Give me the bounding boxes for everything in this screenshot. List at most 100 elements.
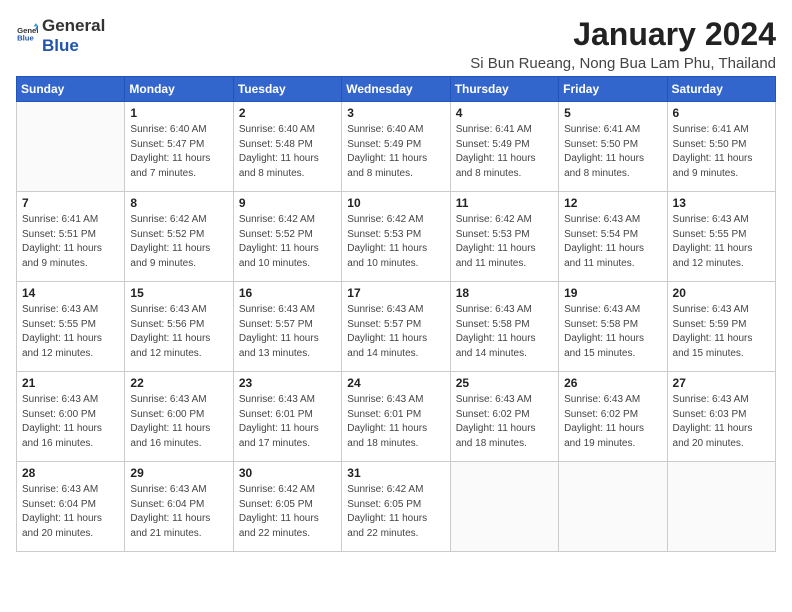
day-cell: 9 Sunrise: 6:42 AM Sunset: 5:52 PM Daylig… [233,192,341,282]
header-cell-wednesday: Wednesday [342,77,450,102]
day-cell [17,102,125,192]
week-row-1: 1 Sunrise: 6:40 AM Sunset: 5:47 PM Daylig… [17,102,776,192]
day-number: 16 [239,286,336,300]
day-info: Sunrise: 6:43 AM Sunset: 5:54 PM Dayligh… [564,213,661,271]
day-info: Sunrise: 6:41 AM Sunset: 5:51 PM Dayligh… [22,213,119,271]
day-info: Sunrise: 6:40 AM Sunset: 5:49 PM Dayligh… [347,123,444,181]
day-info: Sunrise: 6:43 AM Sunset: 6:02 PM Dayligh… [564,393,661,451]
day-info: Sunrise: 6:43 AM Sunset: 6:03 PM Dayligh… [673,393,770,451]
day-info: Sunrise: 6:40 AM Sunset: 5:47 PM Dayligh… [130,123,227,181]
header-cell-sunday: Sunday [17,77,125,102]
header-cell-saturday: Saturday [667,77,775,102]
day-info: Sunrise: 6:42 AM Sunset: 5:53 PM Dayligh… [456,213,553,271]
day-number: 19 [564,286,661,300]
day-number: 9 [239,196,336,210]
day-number: 14 [22,286,119,300]
day-info: Sunrise: 6:43 AM Sunset: 5:58 PM Dayligh… [564,303,661,361]
logo-text: General Blue [42,16,105,55]
header-row: SundayMondayTuesdayWednesdayThursdayFrid… [17,77,776,102]
day-cell: 1 Sunrise: 6:40 AM Sunset: 5:47 PM Daylig… [125,102,233,192]
day-cell [450,462,558,552]
day-info: Sunrise: 6:43 AM Sunset: 6:02 PM Dayligh… [456,393,553,451]
day-info: Sunrise: 6:41 AM Sunset: 5:50 PM Dayligh… [564,123,661,181]
header-cell-monday: Monday [125,77,233,102]
day-number: 28 [22,466,119,480]
day-cell: 23Sunrise: 6:43 AM Sunset: 6:01 PM Dayli… [233,372,341,462]
day-number: 10 [347,196,444,210]
day-cell: 3 Sunrise: 6:40 AM Sunset: 5:49 PM Daylig… [342,102,450,192]
day-number: 30 [239,466,336,480]
calendar-subtitle: Si Bun Rueang, Nong Bua Lam Phu, Thailan… [470,55,776,72]
day-number: 31 [347,466,444,480]
day-number: 20 [673,286,770,300]
day-cell: 7Sunrise: 6:41 AM Sunset: 5:51 PM Daylig… [17,192,125,282]
week-row-5: 28 Sunrise: 6:43 AM Sunset: 6:04 PM Dayli… [17,462,776,552]
day-info: Sunrise: 6:43 AM Sunset: 6:00 PM Dayligh… [22,393,119,451]
day-cell: 4Sunrise: 6:41 AM Sunset: 5:49 PM Daylig… [450,102,558,192]
day-cell: 18Sunrise: 6:43 AM Sunset: 5:58 PM Dayli… [450,282,558,372]
day-number: 6 [673,106,770,120]
day-number: 26 [564,376,661,390]
title-block: January 2024 Si Bun Rueang, Nong Bua Lam… [470,16,776,72]
day-info: Sunrise: 6:42 AM Sunset: 5:52 PM Dayligh… [239,213,336,271]
day-info: Sunrise: 6:42 AM Sunset: 6:05 PM Dayligh… [239,483,336,541]
day-cell: 24 Sunrise: 6:43 AM Sunset: 6:01 PM Dayli… [342,372,450,462]
day-number: 29 [130,466,227,480]
day-number: 21 [22,376,119,390]
day-cell: 13 Sunrise: 6:43 AM Sunset: 5:55 PM Dayli… [667,192,775,282]
day-cell: 21 Sunrise: 6:43 AM Sunset: 6:00 PM Dayli… [17,372,125,462]
day-info: Sunrise: 6:43 AM Sunset: 5:55 PM Dayligh… [22,303,119,361]
day-cell [559,462,667,552]
day-info: Sunrise: 6:43 AM Sunset: 5:57 PM Dayligh… [347,303,444,361]
header-cell-tuesday: Tuesday [233,77,341,102]
day-info: Sunrise: 6:43 AM Sunset: 6:01 PM Dayligh… [347,393,444,451]
day-info: Sunrise: 6:43 AM Sunset: 6:04 PM Dayligh… [130,483,227,541]
day-cell: 10Sunrise: 6:42 AM Sunset: 5:53 PM Dayli… [342,192,450,282]
day-info: Sunrise: 6:43 AM Sunset: 5:59 PM Dayligh… [673,303,770,361]
day-number: 12 [564,196,661,210]
day-number: 23 [239,376,336,390]
calendar-table: SundayMondayTuesdayWednesdayThursdayFrid… [16,76,776,552]
day-info: Sunrise: 6:43 AM Sunset: 5:55 PM Dayligh… [673,213,770,271]
svg-text:Blue: Blue [17,34,34,43]
day-number: 1 [130,106,227,120]
day-cell: 28 Sunrise: 6:43 AM Sunset: 6:04 PM Dayli… [17,462,125,552]
week-row-2: 7Sunrise: 6:41 AM Sunset: 5:51 PM Daylig… [17,192,776,282]
day-cell: 15 Sunrise: 6:43 AM Sunset: 5:56 PM Dayli… [125,282,233,372]
logo: General Blue General Blue [16,16,105,55]
day-cell: 30 Sunrise: 6:42 AM Sunset: 6:05 PM Dayli… [233,462,341,552]
day-cell: 11 Sunrise: 6:42 AM Sunset: 5:53 PM Dayli… [450,192,558,282]
calendar-title: January 2024 [470,16,776,53]
day-number: 24 [347,376,444,390]
day-number: 4 [456,106,553,120]
logo-icon: General Blue [16,22,38,49]
day-cell: 6Sunrise: 6:41 AM Sunset: 5:50 PM Daylig… [667,102,775,192]
day-cell: 5 Sunrise: 6:41 AM Sunset: 5:50 PM Daylig… [559,102,667,192]
day-number: 2 [239,106,336,120]
day-number: 11 [456,196,553,210]
day-info: Sunrise: 6:43 AM Sunset: 5:56 PM Dayligh… [130,303,227,361]
day-number: 3 [347,106,444,120]
day-info: Sunrise: 6:42 AM Sunset: 5:52 PM Dayligh… [130,213,227,271]
day-cell: 26 Sunrise: 6:43 AM Sunset: 6:02 PM Dayli… [559,372,667,462]
day-info: Sunrise: 6:43 AM Sunset: 6:04 PM Dayligh… [22,483,119,541]
day-number: 25 [456,376,553,390]
header: General Blue General Blue January 2024 S… [16,16,776,72]
day-info: Sunrise: 6:43 AM Sunset: 5:58 PM Dayligh… [456,303,553,361]
day-cell: 27 Sunrise: 6:43 AM Sunset: 6:03 PM Dayli… [667,372,775,462]
day-number: 15 [130,286,227,300]
day-info: Sunrise: 6:43 AM Sunset: 6:00 PM Dayligh… [130,393,227,451]
day-number: 27 [673,376,770,390]
day-cell: 31Sunrise: 6:42 AM Sunset: 6:05 PM Dayli… [342,462,450,552]
day-info: Sunrise: 6:40 AM Sunset: 5:48 PM Dayligh… [239,123,336,181]
day-cell: 8Sunrise: 6:42 AM Sunset: 5:52 PM Daylig… [125,192,233,282]
day-number: 5 [564,106,661,120]
day-cell: 20 Sunrise: 6:43 AM Sunset: 5:59 PM Dayli… [667,282,775,372]
day-number: 13 [673,196,770,210]
day-cell: 16Sunrise: 6:43 AM Sunset: 5:57 PM Dayli… [233,282,341,372]
header-cell-friday: Friday [559,77,667,102]
day-cell: 22Sunrise: 6:43 AM Sunset: 6:00 PM Dayli… [125,372,233,462]
day-cell: 25 Sunrise: 6:43 AM Sunset: 6:02 PM Dayli… [450,372,558,462]
week-row-4: 21 Sunrise: 6:43 AM Sunset: 6:00 PM Dayli… [17,372,776,462]
day-cell [667,462,775,552]
